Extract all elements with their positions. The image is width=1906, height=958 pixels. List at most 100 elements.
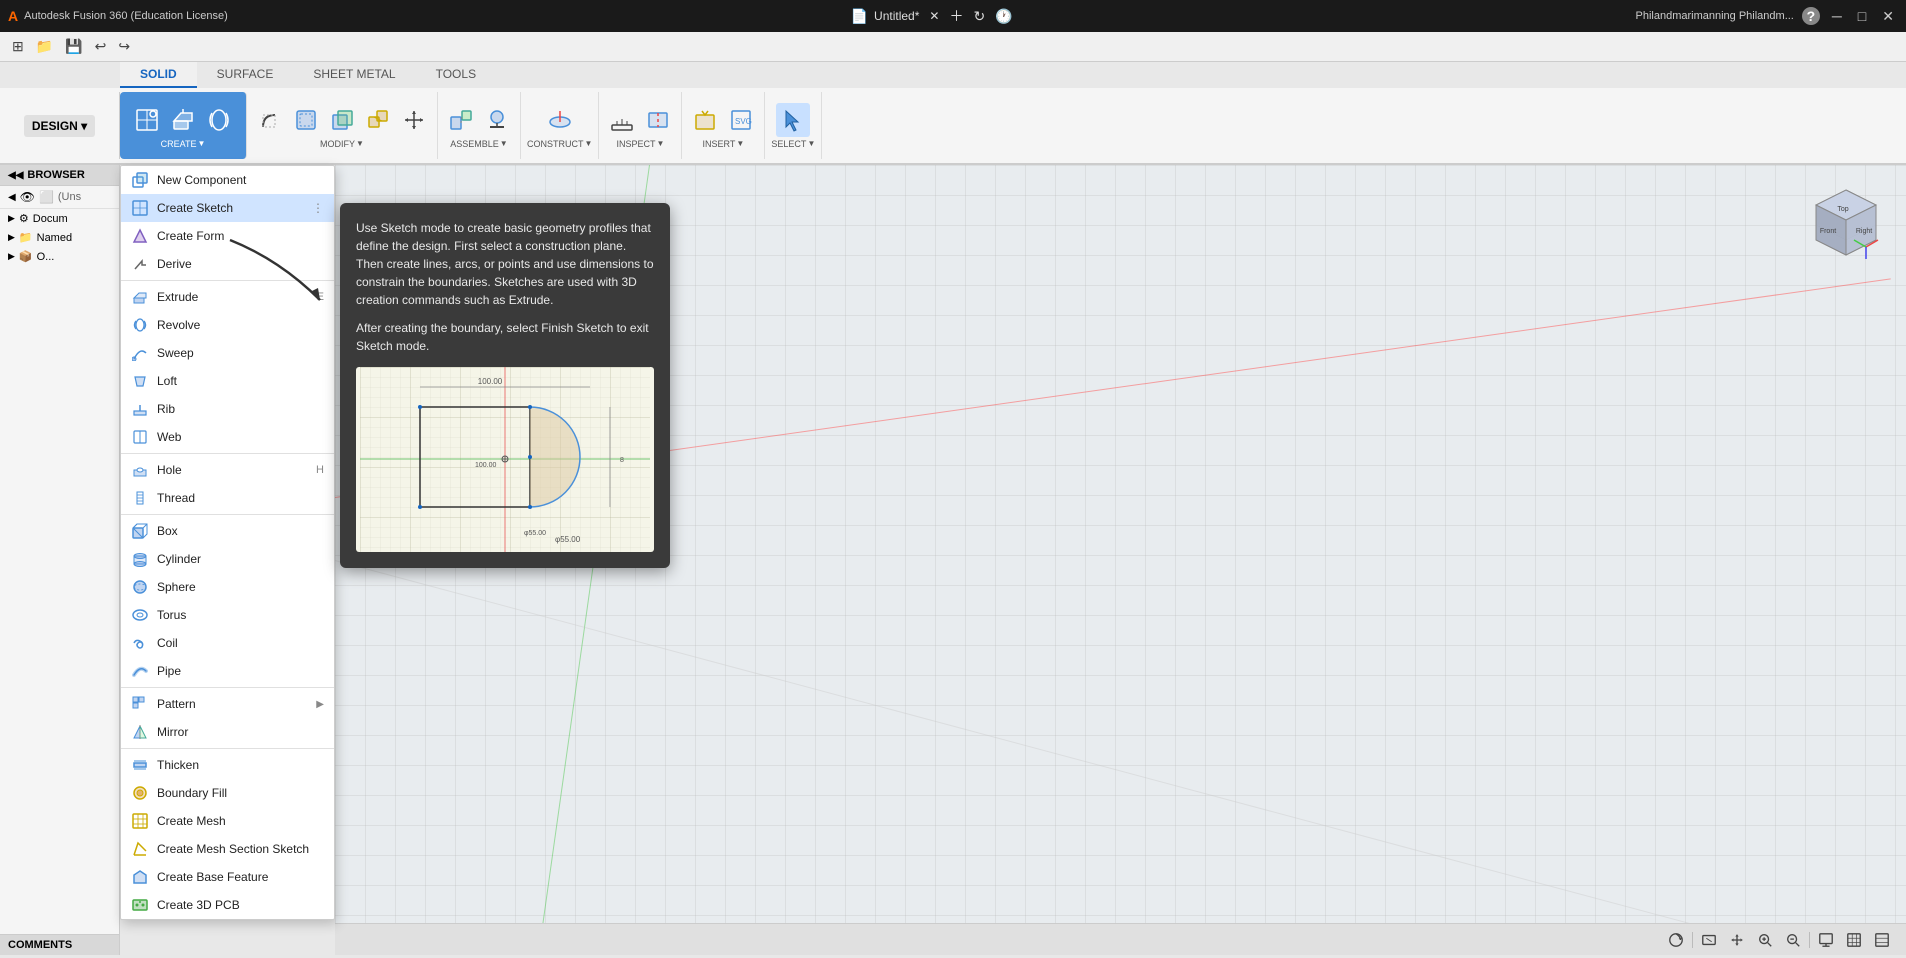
tab-sheet-metal[interactable]: SHEET METAL: [293, 62, 415, 88]
undo-icon[interactable]: ↩: [91, 36, 111, 57]
save-icon[interactable]: 💾: [61, 36, 86, 57]
tab-solid[interactable]: SOLID: [120, 62, 197, 88]
select-icon[interactable]: [776, 103, 810, 137]
revolve-label: Revolve: [157, 318, 200, 332]
menu-item-thread[interactable]: Thread: [121, 484, 334, 512]
add-tab-icon[interactable]: ＋: [949, 6, 963, 26]
menu-item-create-3d-pcb[interactable]: Create 3D PCB: [121, 891, 334, 919]
new-file-icon[interactable]: 📁: [32, 36, 57, 57]
expand-all-icon[interactable]: ◀: [8, 192, 16, 203]
browser-content: ◀ 👁 ⬜ (Uns ▶ ⚙ Docum ▶ 📁 Named ▶ 📦 O...: [0, 186, 119, 934]
create-mesh-icon: [131, 812, 149, 830]
menu-item-hole[interactable]: Hole H: [121, 456, 334, 484]
minimize-btn[interactable]: ─: [1828, 8, 1846, 24]
help-icon[interactable]: ?: [1802, 7, 1820, 25]
fit-view-btn[interactable]: [1697, 928, 1721, 952]
close-btn[interactable]: ✕: [1878, 8, 1898, 25]
menu-item-coil[interactable]: Coil: [121, 629, 334, 657]
web-label: Web: [157, 430, 181, 444]
joint-icon[interactable]: [444, 103, 478, 137]
create-sketch-pin[interactable]: ⋮: [312, 201, 324, 215]
pattern-arrow: ▶: [316, 699, 324, 710]
menu-item-thicken[interactable]: Thicken: [121, 751, 334, 779]
browser-item-origin[interactable]: ▶ 📦 O...: [0, 247, 119, 266]
clock-icon[interactable]: 🕐: [995, 8, 1012, 25]
menu-item-torus[interactable]: Torus: [121, 601, 334, 629]
grid-btn[interactable]: [1842, 928, 1866, 952]
menu-item-create-mesh[interactable]: Create Mesh: [121, 807, 334, 835]
design-label: DESIGN ▾: [32, 119, 87, 133]
rotate-view-btn[interactable]: [1664, 928, 1688, 952]
menu-item-create-form[interactable]: Create Form: [121, 222, 334, 250]
menu-item-sweep[interactable]: Sweep: [121, 339, 334, 367]
tab-surface[interactable]: SURFACE: [197, 62, 294, 88]
scale-icon[interactable]: [361, 103, 395, 137]
menu-item-create-sketch[interactable]: Create Sketch ⋮: [121, 194, 334, 222]
fillet-icon[interactable]: [253, 103, 287, 137]
coil-menu-icon: [131, 634, 149, 652]
grid-icon[interactable]: ⊞: [8, 36, 28, 57]
menu-item-web[interactable]: Web: [121, 423, 334, 451]
measure-icon[interactable]: [605, 103, 639, 137]
browser-item-named[interactable]: ▶ 📁 Named: [0, 228, 119, 247]
zoom-in-btn[interactable]: [1753, 928, 1777, 952]
divider2: [1809, 932, 1810, 948]
user-name: Philandmarimanning Philandm...: [1636, 10, 1794, 22]
web-menu-icon: [131, 428, 149, 446]
insert-svg-icon[interactable]: SVG: [724, 103, 758, 137]
browser-header[interactable]: ◀◀ BROWSER: [0, 165, 119, 186]
shell-icon[interactable]: [289, 103, 323, 137]
refresh-icon[interactable]: ↻: [973, 8, 985, 25]
menu-item-extrude[interactable]: Extrude E: [121, 283, 334, 311]
menu-item-rib[interactable]: Rib: [121, 395, 334, 423]
cube-nav[interactable]: Top Right Front: [1806, 185, 1886, 265]
design-button[interactable]: DESIGN ▾: [24, 115, 95, 137]
combine-icon[interactable]: [325, 103, 359, 137]
insert-mesh-icon[interactable]: [688, 103, 722, 137]
menu-item-pipe[interactable]: Pipe: [121, 657, 334, 685]
menu-item-mirror[interactable]: Mirror: [121, 718, 334, 746]
revolve-toolbar-icon[interactable]: [202, 103, 236, 137]
menu-item-create-base-feature[interactable]: Create Base Feature: [121, 863, 334, 891]
eye-icon[interactable]: 👁: [20, 190, 35, 204]
extrude-shortcut: E: [317, 291, 324, 303]
move-icon[interactable]: [397, 103, 431, 137]
maximize-btn[interactable]: □: [1854, 8, 1870, 24]
menu-item-sphere[interactable]: Sphere: [121, 573, 334, 601]
wireframe-icon[interactable]: ⬜: [39, 190, 54, 204]
section-icon[interactable]: [641, 103, 675, 137]
menu-item-box[interactable]: Box: [121, 517, 334, 545]
menu-item-create-mesh-sketch[interactable]: Create Mesh Section Sketch: [121, 835, 334, 863]
create-form-icon: [131, 227, 149, 245]
create-sketch-toolbar-icon[interactable]: [130, 103, 164, 137]
menu-item-pattern[interactable]: Pattern ▶: [121, 690, 334, 718]
ground-icon[interactable]: [480, 103, 514, 137]
extrude-toolbar-icon[interactable]: [166, 103, 200, 137]
separator-2: [121, 453, 334, 454]
pan-btn[interactable]: [1725, 928, 1749, 952]
close-tab-icon[interactable]: ✕: [929, 9, 939, 23]
sweep-label: Sweep: [157, 346, 194, 360]
svg-text:φ55.00: φ55.00: [524, 530, 546, 537]
app-logo: A: [8, 8, 18, 24]
menu-item-loft[interactable]: Loft: [121, 367, 334, 395]
redo-icon[interactable]: ↪: [114, 36, 134, 57]
box-menu-icon: [131, 522, 149, 540]
sidebar: ◀◀ BROWSER ◀ 👁 ⬜ (Uns ▶ ⚙ Docum ▶ 📁 Name…: [0, 165, 120, 955]
settings-btn[interactable]: [1870, 928, 1894, 952]
plane-icon[interactable]: [543, 103, 577, 137]
tab-tools[interactable]: TOOLS: [416, 62, 496, 88]
create-mesh-sketch-icon: [131, 840, 149, 858]
menu-item-boundary-fill[interactable]: Boundary Fill: [121, 779, 334, 807]
menu-item-new-component[interactable]: New Component: [121, 166, 334, 194]
display-mode-btn[interactable]: [1814, 928, 1838, 952]
create-dropdown-menu: New Component Create Sketch ⋮ Create For…: [120, 165, 335, 920]
toolbar-group-inspect: INSPECT ▼: [599, 92, 682, 159]
zoom-out-btn[interactable]: [1781, 928, 1805, 952]
menu-item-derive[interactable]: Derive: [121, 250, 334, 278]
menu-item-cylinder[interactable]: Cylinder: [121, 545, 334, 573]
browser-item-doc[interactable]: ▶ ⚙ Docum: [0, 209, 119, 228]
comments-bar[interactable]: COMMENTS: [0, 934, 119, 955]
menu-item-revolve[interactable]: Revolve: [121, 311, 334, 339]
cylinder-label: Cylinder: [157, 552, 201, 566]
